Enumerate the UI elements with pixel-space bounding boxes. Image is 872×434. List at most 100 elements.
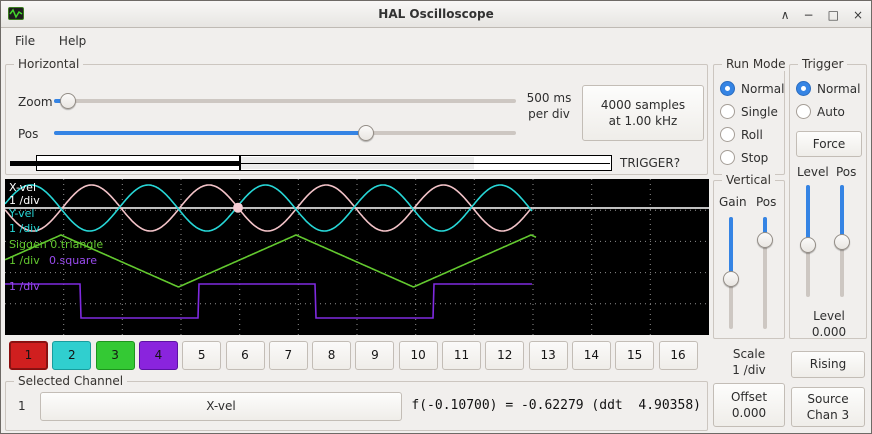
vertical-gain-slider-handle[interactable] xyxy=(723,271,739,287)
channel-button-9[interactable]: 9 xyxy=(355,341,394,370)
selected-channel-group: Selected Channel 1 X-vel f(-0.10700) = -… xyxy=(5,381,708,431)
vpos-col-label: Pos xyxy=(756,195,776,209)
pre-trigger-bar xyxy=(10,161,239,166)
zoom-slider-handle[interactable] xyxy=(60,93,76,109)
samples-button[interactable]: 4000 samples at 1.00 kHz xyxy=(582,85,704,141)
run-mode-radios: Normal Single Roll Stop xyxy=(720,77,784,169)
trigger-question-label: TRIGGER? xyxy=(620,156,680,170)
radio-label: Normal xyxy=(741,82,784,96)
trigger-source-button[interactable]: Source Chan 3 xyxy=(791,387,865,427)
channel-button-10[interactable]: 10 xyxy=(399,341,438,370)
scope-canvas xyxy=(5,179,709,335)
channel-button-16[interactable]: 16 xyxy=(659,341,698,370)
channel-button-15[interactable]: 15 xyxy=(615,341,654,370)
run-mode-group: Run Mode NormalSingleRollStop xyxy=(713,64,785,175)
window-title: HAL Oscilloscope xyxy=(1,7,871,21)
offset-button[interactable]: Offset 0.000 xyxy=(713,383,785,427)
menu-help[interactable]: Help xyxy=(49,29,96,48)
menu-bar: File Help xyxy=(1,29,871,55)
selected-channel-number: 1 xyxy=(18,399,26,413)
radio-normal[interactable]: Normal xyxy=(796,77,860,100)
channel-button-14[interactable]: 14 xyxy=(572,341,611,370)
trigger-position-marker xyxy=(239,155,241,171)
trigger-level-col-label: Level xyxy=(797,165,829,179)
radio-auto[interactable]: Auto xyxy=(796,100,860,123)
channel-button-2[interactable]: 2 xyxy=(52,341,91,370)
radio-label: Stop xyxy=(741,151,768,165)
zoom-label: Zoom xyxy=(18,95,53,109)
force-button[interactable]: Force xyxy=(796,131,862,157)
radio-indicator xyxy=(796,104,811,119)
channel-buttons-row: 12345678910111213141516 xyxy=(9,341,709,371)
window-controls: ∧ − □ × xyxy=(781,1,863,28)
radio-indicator xyxy=(720,81,735,96)
trigger-group: Trigger NormalAuto Force Level Pos Level… xyxy=(789,64,867,339)
selected-channel-group-label: Selected Channel xyxy=(14,374,127,388)
hpos-label: Pos xyxy=(18,127,38,141)
channel-button-12[interactable]: 12 xyxy=(485,341,524,370)
radio-indicator xyxy=(720,127,735,142)
radio-label: Single xyxy=(741,105,778,119)
channel-button-5[interactable]: 5 xyxy=(182,341,221,370)
hpos-slider[interactable] xyxy=(54,124,516,142)
timebase-readout: 500 ms per div xyxy=(518,90,580,122)
vertical-group: Vertical Gain Pos xyxy=(713,180,785,339)
maximize-icon[interactable]: □ xyxy=(828,9,839,21)
vertical-group-label: Vertical xyxy=(722,173,775,187)
horizontal-group: Horizontal Zoom 500 ms per div 4000 samp… xyxy=(5,64,708,175)
trigger-level-slider-handle[interactable] xyxy=(800,237,816,253)
hpos-slider-handle[interactable] xyxy=(358,125,374,141)
radio-label: Roll xyxy=(741,128,763,142)
trigger-level-slider-fill xyxy=(806,185,810,245)
zoom-slider-track[interactable] xyxy=(54,99,516,103)
square-trace xyxy=(5,284,532,318)
trigger-sample-marker xyxy=(233,203,243,213)
channel-button-11[interactable]: 11 xyxy=(442,341,481,370)
channel-button-7[interactable]: 7 xyxy=(269,341,308,370)
triangle-trace xyxy=(5,235,536,287)
zoom-slider[interactable] xyxy=(54,92,516,110)
radio-roll[interactable]: Roll xyxy=(720,123,784,146)
channel-button-8[interactable]: 8 xyxy=(312,341,351,370)
horizontal-group-label: Horizontal xyxy=(14,57,83,71)
trigger-level-readout: Level 0.000 xyxy=(790,308,868,340)
channel-button-4[interactable]: 4 xyxy=(139,341,178,370)
radio-stop[interactable]: Stop xyxy=(720,146,784,169)
scope-display: X-vel1 /divY-vel1 /divSiggen 0.triangle1… xyxy=(5,179,709,335)
selected-channel-name-button[interactable]: X-vel xyxy=(40,392,402,421)
radio-label: Normal xyxy=(817,82,860,96)
shade-icon[interactable]: ∧ xyxy=(781,9,790,21)
radio-single[interactable]: Single xyxy=(720,100,784,123)
trigger-level-slider[interactable] xyxy=(799,185,817,297)
vertical-gain-slider-fill xyxy=(729,217,733,279)
radio-label: Auto xyxy=(817,105,845,119)
title-bar: HAL Oscilloscope ∧ − □ × xyxy=(1,1,871,28)
vertical-pos-slider-handle[interactable] xyxy=(757,232,773,248)
trigger-edge-button[interactable]: Rising xyxy=(791,351,865,378)
channel-value-readout: f(-0.10700) = -0.62279 (ddt 4.90358) xyxy=(411,398,701,413)
channel-button-13[interactable]: 13 xyxy=(529,341,568,370)
trigger-pos-col-label: Pos xyxy=(836,165,856,179)
post-trigger-line xyxy=(241,163,610,164)
channel-button-1[interactable]: 1 xyxy=(9,341,48,370)
trigger-pos-slider-handle[interactable] xyxy=(834,234,850,250)
minimize-icon[interactable]: − xyxy=(804,9,814,21)
trigger-mode-radios: Normal Auto xyxy=(796,77,860,123)
vertical-pos-slider[interactable] xyxy=(756,217,774,329)
radio-indicator xyxy=(720,150,735,165)
radio-indicator xyxy=(720,104,735,119)
close-icon[interactable]: × xyxy=(853,9,863,21)
scale-readout: Scale 1 /div xyxy=(713,346,785,378)
channel-button-6[interactable]: 6 xyxy=(226,341,265,370)
channel-button-3[interactable]: 3 xyxy=(96,341,135,370)
menu-file[interactable]: File xyxy=(5,29,45,48)
run-mode-group-label: Run Mode xyxy=(722,57,790,71)
trigger-group-label: Trigger xyxy=(798,57,847,71)
hpos-slider-fill xyxy=(54,131,366,135)
vertical-gain-slider[interactable] xyxy=(722,217,740,329)
radio-normal[interactable]: Normal xyxy=(720,77,784,100)
gain-col-label: Gain xyxy=(719,195,747,209)
radio-indicator xyxy=(796,81,811,96)
trigger-pos-slider[interactable] xyxy=(833,185,851,297)
app-window: HAL Oscilloscope ∧ − □ × File Help Horiz… xyxy=(0,0,872,434)
